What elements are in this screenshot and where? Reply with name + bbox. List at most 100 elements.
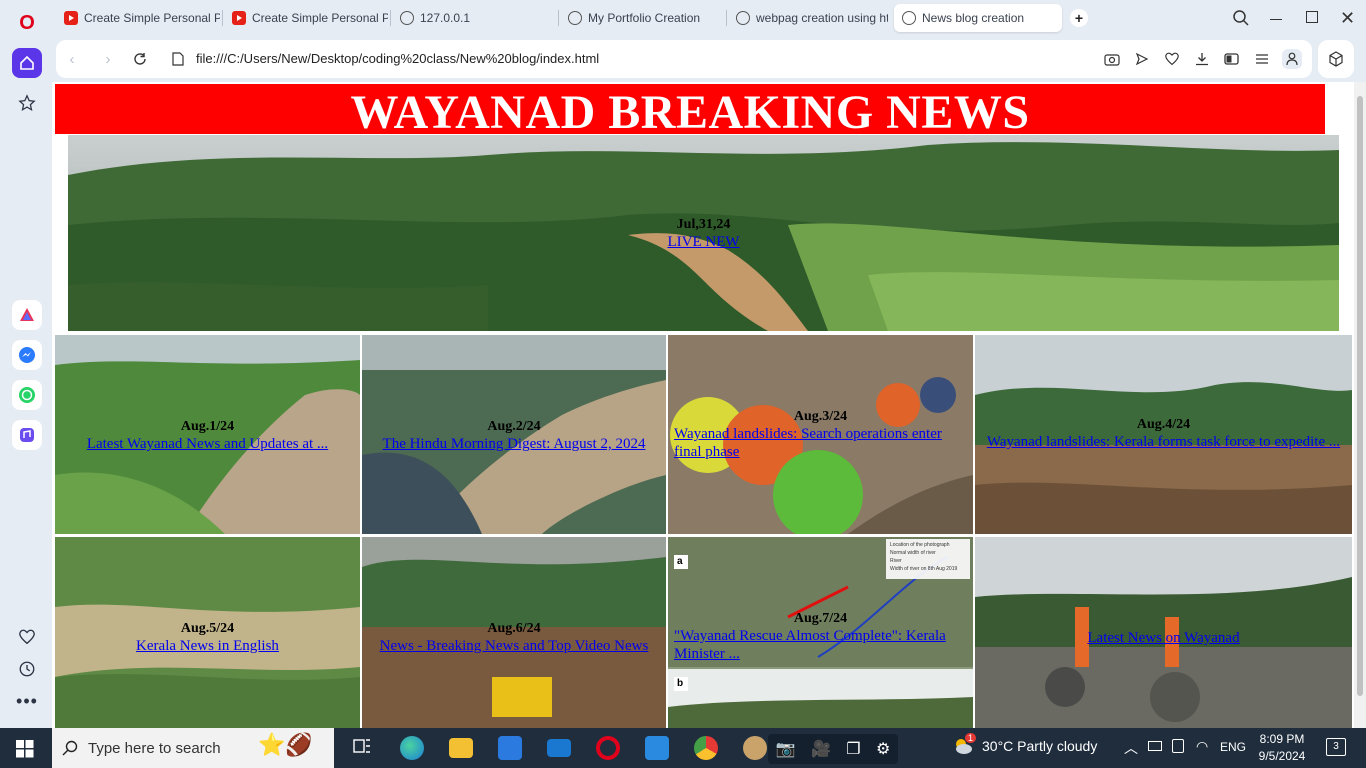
forward-icon[interactable]: › [98, 49, 118, 69]
youtube-icon [232, 11, 246, 25]
reload-icon[interactable] [130, 49, 150, 69]
extensions-cube-icon[interactable] [1318, 40, 1354, 78]
news-link[interactable]: News - Breaking News and Top Video News [368, 637, 660, 655]
language-indicator[interactable]: ENG [1220, 740, 1246, 754]
download-icon[interactable] [1192, 49, 1212, 69]
globe-icon [568, 11, 582, 25]
minimize-icon[interactable] [1270, 10, 1284, 24]
news-caption: Latest News on Wayanad [975, 629, 1352, 647]
bookmarks-star-icon[interactable] [12, 88, 42, 118]
chrome-browser-icon[interactable] [694, 736, 718, 760]
opera-browser-icon[interactable] [596, 736, 620, 760]
tab-title: My Portfolio Creation [588, 11, 701, 25]
news-link[interactable]: Latest News on Wayanad [981, 629, 1346, 647]
news-link[interactable]: Latest Wayanad News and Updates at ... [61, 435, 354, 453]
edge-browser-icon[interactable] [400, 736, 424, 760]
settings-gear-icon[interactable]: ⚙ [876, 739, 890, 759]
battery-saver-icon[interactable] [1222, 49, 1242, 69]
send-icon[interactable] [1132, 49, 1152, 69]
whatsapp-icon[interactable] [12, 380, 42, 410]
tab-search-icon[interactable] [1232, 9, 1250, 32]
back-icon[interactable]: ‹ [62, 49, 82, 69]
search-icon [62, 740, 78, 756]
map-label: b [677, 678, 684, 689]
more-dots-icon[interactable]: ••• [12, 686, 42, 716]
mail-icon[interactable] [547, 739, 571, 757]
tab-webpage-creation[interactable]: webpag creation using htm [728, 4, 888, 32]
news-caption: Aug.6/24 News - Breaking News and Top Vi… [362, 621, 666, 655]
file-page-icon [168, 49, 188, 69]
paint-icon[interactable] [743, 736, 767, 760]
map-legend: Location of the photograph Normal width … [890, 541, 957, 573]
notifications-icon[interactable]: 3 [1326, 738, 1346, 756]
favorite-heart-icon[interactable] [1162, 49, 1182, 69]
task-view-icon[interactable] [352, 736, 376, 760]
page-scrollbar[interactable] [1354, 82, 1366, 728]
news-banner: WAYANAD BREAKING NEWS [55, 84, 1325, 139]
windows-start-icon[interactable] [16, 740, 34, 763]
map-label: a [677, 556, 683, 567]
news-card: Aug.6/24 News - Breaking News and Top Vi… [362, 537, 666, 728]
windows-taskbar: Type here to search ⭐🏈 📷 🎥 ❐ ⚙ 1 30°C Pa… [0, 728, 1366, 768]
url-field[interactable]: file:///C:/Users/New/Desktop/coding%20cl… [196, 51, 599, 66]
globe-icon [902, 11, 916, 25]
news-link[interactable]: The Hindu Morning Digest: August 2, 2024 [368, 435, 660, 453]
news-link[interactable]: Wayanad landslides: Kerala forms task fo… [981, 433, 1346, 451]
history-clock-icon[interactable] [12, 654, 42, 684]
tab-my-portfolio[interactable]: My Portfolio Creation [560, 4, 724, 32]
taskbar-search-input[interactable]: Type here to search ⭐🏈 [52, 728, 334, 768]
show-hidden-icons-chevron-icon[interactable]: ︿ [1124, 738, 1138, 758]
tab-create-personal-2[interactable]: Create Simple Personal Po [224, 4, 388, 32]
legend-item: Location of the photograph [890, 542, 950, 548]
news-date: Aug.5/24 [180, 621, 235, 636]
news-caption: Aug.7/24 "Wayanad Rescue Almost Complete… [668, 611, 973, 663]
globe-icon [736, 11, 750, 25]
news-date: Aug.7/24 [793, 611, 848, 626]
youtube-icon [64, 11, 78, 25]
camera-snapshot-icon[interactable] [1102, 49, 1122, 69]
scroll-thumb[interactable] [1357, 96, 1363, 696]
file-explorer-icon[interactable] [449, 738, 473, 758]
vscode-icon[interactable] [645, 736, 669, 760]
weather-cloud-icon[interactable]: 1 [952, 733, 977, 757]
news-card: Latest News on Wayanad [975, 537, 1352, 728]
news-link[interactable]: LIVE NEW [74, 233, 1333, 251]
camera-icon[interactable]: 📷 [776, 739, 796, 759]
system-clock[interactable]: 8:09 PM 9/5/2024 [1252, 731, 1312, 765]
profile-icon[interactable] [1282, 49, 1302, 69]
home-icon[interactable] [12, 48, 42, 78]
news-date: Jul,31,24 [676, 217, 731, 232]
aria-ai-icon[interactable] [12, 300, 42, 330]
hero-news-card: Jul,31,24 LIVE NEW [68, 135, 1339, 331]
news-link[interactable]: Kerala News in English [61, 637, 354, 655]
tab-localhost[interactable]: 127.0.0.1 [392, 4, 556, 32]
microsoft-store-icon[interactable] [498, 736, 522, 760]
restore-icon[interactable] [1306, 11, 1318, 23]
heart-icon[interactable] [12, 622, 42, 652]
news-caption: Aug.4/24 Wayanad landslides: Kerala form… [975, 417, 1352, 451]
new-tab-button[interactable]: + [1070, 9, 1088, 27]
sports-search-highlight-icon: ⭐🏈 [258, 732, 313, 757]
music-player-icon[interactable] [12, 420, 42, 450]
news-card: Aug.2/24 The Hindu Morning Digest: Augus… [362, 335, 666, 534]
battery-icon[interactable] [1148, 741, 1162, 751]
tab-title: Create Simple Personal Po [252, 11, 388, 25]
tab-title: Create Simple Personal Po [84, 11, 220, 25]
wifi-icon[interactable]: ◠ [1196, 738, 1208, 755]
news-link[interactable]: "Wayanad Rescue Almost Complete": Kerala… [674, 627, 967, 663]
browser-sidebar: O ••• [0, 0, 52, 728]
tab-news-blog[interactable]: News blog creation [894, 4, 1062, 32]
video-record-icon[interactable]: 🎥 [811, 739, 831, 759]
close-icon[interactable]: ✕ [1340, 8, 1355, 29]
messenger-icon[interactable] [12, 340, 42, 370]
opera-logo-icon[interactable]: O [12, 8, 42, 38]
clock-time: 8:09 PM [1259, 732, 1305, 746]
tab-create-personal-1[interactable]: Create Simple Personal Po [56, 4, 220, 32]
window-capture-icon[interactable]: ❐ [846, 739, 860, 759]
weather-text[interactable]: 30°C Partly cloudy [982, 738, 1097, 754]
easy-setup-icon[interactable] [1252, 49, 1272, 69]
news-caption: Aug.3/24 Wayanad landslides: Search oper… [668, 409, 973, 461]
legend-item: River [890, 558, 902, 564]
news-link[interactable]: Wayanad landslides: Search operations en… [674, 425, 967, 461]
device-icon[interactable] [1172, 739, 1184, 753]
